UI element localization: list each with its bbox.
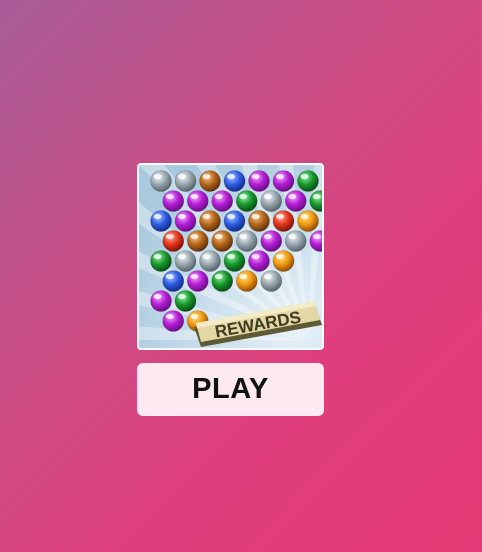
bubble-purple <box>162 310 185 332</box>
bubble-silver <box>174 170 197 192</box>
bubble-brown <box>199 210 221 232</box>
bubble-brown <box>186 230 209 252</box>
bubble-silver <box>284 230 307 252</box>
bubble-green <box>235 190 258 212</box>
bubble-silver <box>260 270 283 292</box>
bubble-orange <box>272 250 295 272</box>
bubble-purple <box>186 190 209 212</box>
game-thumbnail[interactable]: REWARDS <box>137 163 324 350</box>
bubble-purple <box>260 230 283 252</box>
bubble-purple <box>248 250 270 272</box>
bubble-brown <box>248 210 270 232</box>
bubble-red <box>272 210 295 232</box>
bubble-purple <box>162 190 185 212</box>
bubble-green <box>150 250 172 272</box>
bubble-brown <box>211 230 234 252</box>
bubble-blue <box>150 210 172 232</box>
bubble-purple <box>272 170 295 192</box>
bubble-green <box>211 270 234 292</box>
bubble-brown <box>199 170 221 192</box>
bubble-green <box>223 250 246 272</box>
bubble-silver <box>199 250 221 272</box>
bubble-blue <box>223 210 246 232</box>
bubble-blue <box>223 170 246 192</box>
bubble-silver <box>174 250 197 272</box>
bubble-game-artwork: REWARDS <box>139 165 322 348</box>
bubble-silver <box>150 170 172 192</box>
bubble-orange <box>297 210 319 232</box>
bubble-green <box>297 170 319 192</box>
bubble-purple <box>150 290 172 312</box>
bubble-purple <box>211 190 234 212</box>
bubble-green <box>174 290 197 312</box>
bubble-purple <box>186 270 209 292</box>
bubble-silver <box>260 190 283 212</box>
bubble-blue <box>162 270 185 292</box>
bubble-red <box>162 230 185 252</box>
bubble-silver <box>235 230 258 252</box>
play-button[interactable]: PLAY <box>137 363 324 416</box>
bubble-purple <box>248 170 270 192</box>
bubble-purple <box>174 210 197 232</box>
bubble-orange <box>235 270 258 292</box>
bubble-purple <box>284 190 307 212</box>
